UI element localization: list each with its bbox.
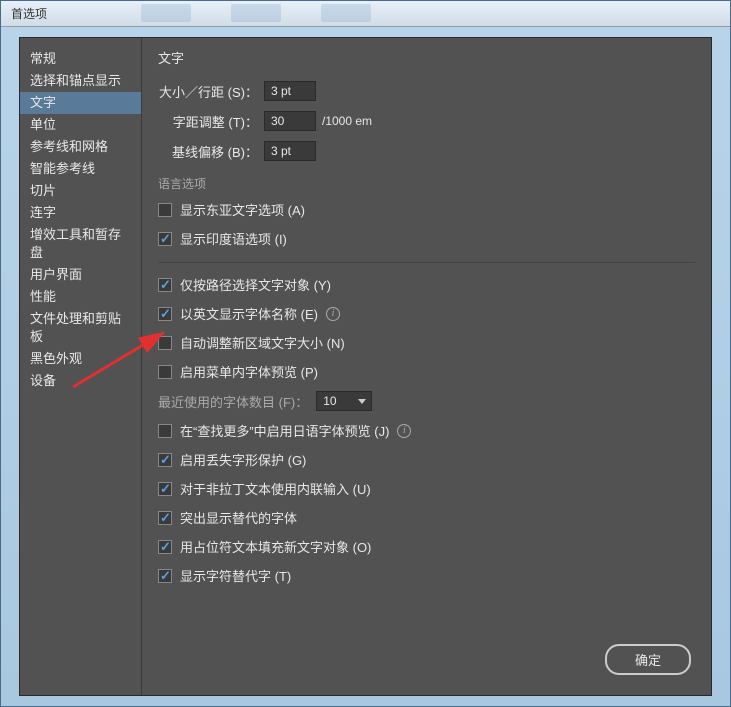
text-option-row: 对于非拉丁文本使用内联输入 (U) xyxy=(158,479,695,498)
sidebar-item[interactable]: 选择和锚点显示 xyxy=(20,70,141,92)
text-option-row: 以英文显示字体名称 (E) i xyxy=(158,304,695,323)
text-option-row: 启用丢失字形保护 (G) xyxy=(158,450,695,469)
text-option-label[interactable]: 显示字符替代字 (T) xyxy=(180,566,291,585)
text-option-row: 突出显示替代的字体 xyxy=(158,508,695,527)
text-option-checkbox[interactable] xyxy=(158,307,172,321)
sidebar-item[interactable]: 用户界面 xyxy=(20,264,141,286)
tracking-unit: /1000 em xyxy=(322,114,372,128)
sidebar-item[interactable]: 单位 xyxy=(20,114,141,136)
preferences-window: 首选项 常规选择和锚点显示文字单位参考线和网格智能参考线切片连字增效工具和暂存盘… xyxy=(0,0,731,707)
text-option-label[interactable]: 用占位符文本填充新文字对象 (O) xyxy=(180,537,371,556)
recent-fonts-select[interactable]: 10 xyxy=(316,391,372,411)
sidebar-item[interactable]: 设备 xyxy=(20,370,141,392)
panel-title: 文字 xyxy=(158,48,695,67)
size-leading-label: 大小／行距 (S)： xyxy=(158,82,258,101)
language-options-title: 语言选项 xyxy=(158,175,695,192)
size-leading-input[interactable] xyxy=(264,81,316,101)
text-option-checkbox[interactable] xyxy=(158,278,172,292)
sidebar-item[interactable]: 智能参考线 xyxy=(20,158,141,180)
text-option-row: 启用菜单内字体预览 (P) xyxy=(158,362,695,381)
sidebar-item[interactable]: 文字 xyxy=(20,92,141,114)
text-option-checkbox[interactable] xyxy=(158,482,172,496)
baseline-input[interactable] xyxy=(264,141,316,161)
text-option-label[interactable]: 以英文显示字体名称 (E) xyxy=(180,304,318,323)
text-option-label[interactable]: 突出显示替代的字体 xyxy=(180,508,297,527)
sidebar-item[interactable]: 文件处理和剪贴板 xyxy=(20,308,141,348)
text-option-label[interactable]: 对于非拉丁文本使用内联输入 (U) xyxy=(180,479,371,498)
sidebar-item[interactable]: 切片 xyxy=(20,180,141,202)
sidebar-item[interactable]: 连字 xyxy=(20,202,141,224)
lang-option-label[interactable]: 显示印度语选项 (I) xyxy=(180,229,287,248)
tracking-label: 字距调整 (T)： xyxy=(158,112,258,131)
info-icon[interactable]: i xyxy=(397,424,411,438)
sidebar-item[interactable]: 参考线和网格 xyxy=(20,136,141,158)
main-panel: 文字 大小／行距 (S)： 字距调整 (T)： /1000 em 基线偏移 (B… xyxy=(142,38,711,695)
text-option-row: 用占位符文本填充新文字对象 (O) xyxy=(158,537,695,556)
content-area: 常规选择和锚点显示文字单位参考线和网格智能参考线切片连字增效工具和暂存盘用户界面… xyxy=(19,37,712,696)
text-option-label[interactable]: 在“查找更多”中启用日语字体预览 (J) xyxy=(180,421,389,440)
window-title: 首选项 xyxy=(11,7,47,21)
sidebar: 常规选择和锚点显示文字单位参考线和网格智能参考线切片连字增效工具和暂存盘用户界面… xyxy=(20,38,142,695)
text-option-checkbox[interactable] xyxy=(158,540,172,554)
text-option-checkbox[interactable] xyxy=(158,365,172,379)
text-option-row: 在“查找更多”中启用日语字体预览 (J) i xyxy=(158,421,695,440)
text-option-label[interactable]: 启用丢失字形保护 (G) xyxy=(180,450,306,469)
sidebar-item[interactable]: 黑色外观 xyxy=(20,348,141,370)
text-option-label[interactable]: 仅按路径选择文字对象 (Y) xyxy=(180,275,331,294)
text-option-checkbox[interactable] xyxy=(158,569,172,583)
lang-option-row: 显示东亚文字选项 (A) xyxy=(158,200,695,219)
text-option-row: 显示字符替代字 (T) xyxy=(158,566,695,585)
recent-fonts-label: 最近使用的字体数目 (F)： xyxy=(158,392,308,411)
text-option-checkbox[interactable] xyxy=(158,336,172,350)
lang-option-checkbox[interactable] xyxy=(158,232,172,246)
text-option-label[interactable]: 自动调整新区域文字大小 (N) xyxy=(180,333,345,352)
text-option-label[interactable]: 启用菜单内字体预览 (P) xyxy=(180,362,318,381)
sidebar-item[interactable]: 常规 xyxy=(20,48,141,70)
tracking-input[interactable] xyxy=(264,111,316,131)
text-option-checkbox[interactable] xyxy=(158,511,172,525)
sidebar-item[interactable]: 增效工具和暂存盘 xyxy=(20,224,141,264)
text-option-row: 自动调整新区域文字大小 (N) xyxy=(158,333,695,352)
lang-option-label[interactable]: 显示东亚文字选项 (A) xyxy=(180,200,305,219)
info-icon[interactable]: i xyxy=(326,307,340,321)
lang-option-row: 显示印度语选项 (I) xyxy=(158,229,695,248)
ok-button[interactable]: 确定 xyxy=(605,644,691,675)
text-option-checkbox[interactable] xyxy=(158,424,172,438)
sidebar-item[interactable]: 性能 xyxy=(20,286,141,308)
text-option-checkbox[interactable] xyxy=(158,453,172,467)
baseline-label: 基线偏移 (B)： xyxy=(158,142,258,161)
text-option-row: 仅按路径选择文字对象 (Y) xyxy=(158,275,695,294)
lang-option-checkbox[interactable] xyxy=(158,203,172,217)
